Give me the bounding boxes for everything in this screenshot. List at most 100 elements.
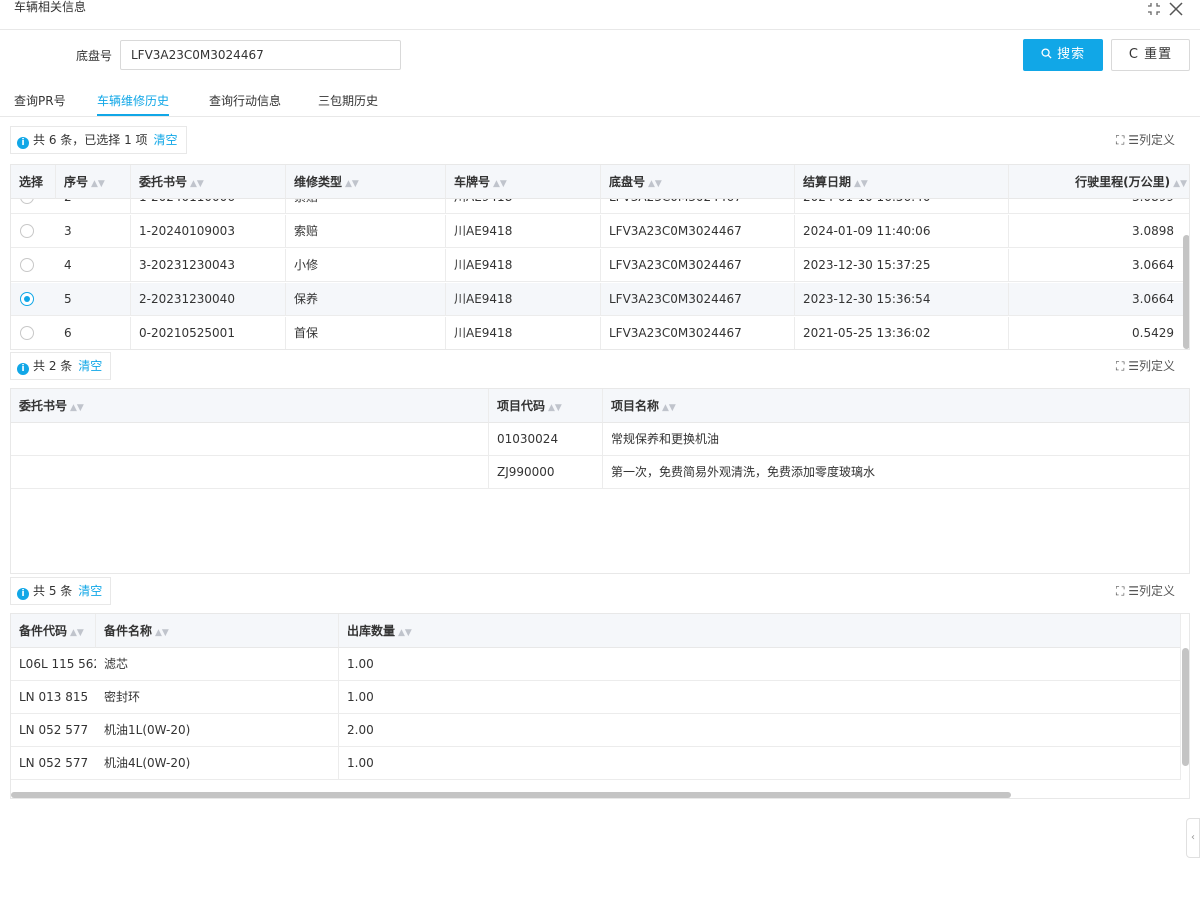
cell-plate: 川AE9418	[446, 317, 601, 349]
expand-icon[interactable]: ⛶	[1116, 584, 1124, 598]
row-radio[interactable]	[20, 258, 34, 272]
table-row[interactable]: ZJ990000 第一次，免费简易外观清洗，免费添加零度玻璃水	[11, 456, 1189, 489]
row-radio[interactable]	[20, 224, 34, 238]
sort-icon[interactable]: ▲▼	[548, 403, 562, 413]
table-row[interactable]: LN 013 815 密封环 1.00	[11, 681, 1181, 714]
sort-icon[interactable]: ▲▼	[854, 179, 868, 189]
sort-icon[interactable]: ▲▼	[648, 179, 662, 189]
parts-col-qty[interactable]: 出库数量 ▲▼	[339, 614, 1181, 648]
parts-col-code[interactable]: 备件代码 ▲▼	[11, 614, 96, 648]
repair-col-select: 选择	[11, 165, 56, 199]
info-icon: i	[17, 137, 29, 149]
repair-clear-link[interactable]: 清空	[154, 133, 178, 147]
column-settings-label: 列定义	[1139, 133, 1176, 147]
row-radio[interactable]	[20, 326, 34, 340]
sort-icon[interactable]: ▲▼	[70, 403, 84, 413]
dialog-title: 车辆相关信息	[14, 0, 87, 14]
cell-plate: 川AE9418	[446, 283, 601, 316]
parts-clear-link[interactable]: 清空	[78, 584, 102, 598]
tab-action-info[interactable]: 查询行动信息	[209, 92, 281, 116]
sort-icon[interactable]: ▲▼	[190, 179, 204, 189]
sort-icon[interactable]: ▲▼	[398, 628, 412, 638]
side-panel-toggle[interactable]: ‹	[1186, 818, 1200, 858]
cell-date: 2023-12-30 15:37:25	[795, 249, 1009, 282]
items-col-name[interactable]: 项目名称 ▲▼	[603, 389, 1189, 423]
sort-icon[interactable]: ▲▼	[91, 179, 105, 189]
cell-order: 2-20231230040	[131, 283, 286, 316]
sort-icon[interactable]: ▲▼	[662, 403, 676, 413]
sort-icon[interactable]: ▲▼	[155, 628, 169, 638]
parts-column-settings[interactable]: ⛶ ☰列定义	[1116, 582, 1175, 599]
table-row[interactable]: LN 052 577 机油4L(0W-20) 1.00	[11, 747, 1181, 780]
close-icon[interactable]	[1169, 0, 1183, 19]
sort-icon[interactable]: ▲▼	[70, 628, 84, 638]
reset-button[interactable]: C 重置	[1111, 39, 1190, 71]
cell-name: 机油1L(0W-20)	[96, 714, 339, 747]
repair-vertical-scrollbar[interactable]	[1183, 235, 1189, 349]
items-col-order[interactable]: 委托书号 ▲▼	[11, 389, 489, 423]
cell-type: 索赔	[286, 215, 446, 248]
cell-chassis: LFV3A23C0M3024467	[601, 283, 795, 316]
cell-seq: 4	[56, 249, 131, 282]
table-row[interactable]: 5 2-20231230040 保养 川AE9418 LFV3A23C0M302…	[11, 283, 1189, 316]
parts-col-qty-label: 出库数量	[347, 624, 396, 638]
cell-seq: 3	[56, 215, 131, 248]
parts-vertical-scrollbar[interactable]	[1182, 648, 1189, 766]
cell-mileage: 3.0898	[1132, 224, 1174, 238]
expand-icon[interactable]: ⛶	[1116, 133, 1124, 147]
repair-table-body: 2 1-20240110006 索赔 川AE9418 LFV3A23C0M302…	[11, 199, 1189, 349]
repair-col-mileage[interactable]: 行驶里程(万公里) ▲▼	[1009, 165, 1189, 199]
items-clear-link[interactable]: 清空	[78, 359, 102, 373]
tab-pr-number[interactable]: 查询PR号	[14, 92, 66, 116]
cell-code: LN 052 577	[19, 723, 89, 737]
sort-icon[interactable]: ▲▼	[345, 179, 359, 189]
repair-col-seq[interactable]: 序号 ▲▼	[56, 165, 131, 199]
dialog-titlebar: 车辆相关信息	[0, 0, 1200, 30]
row-radio[interactable]	[20, 292, 34, 306]
chassis-input[interactable]: LFV3A23C0M3024467	[120, 40, 401, 70]
list-icon: ☰	[1128, 584, 1139, 598]
cell-code: LN 013 815	[19, 690, 89, 704]
cell-mileage: 0.5429	[1132, 326, 1174, 340]
table-row[interactable]: 6 0-20210525001 首保 川AE9418 LFV3A23C0M302…	[11, 317, 1189, 349]
sort-icon[interactable]: ▲▼	[493, 179, 507, 189]
search-button-label: 搜索	[1057, 47, 1086, 62]
chevron-left-icon: ‹	[1191, 832, 1195, 843]
cell-name: 密封环	[96, 681, 339, 714]
cell-qty: 1.00	[339, 681, 1181, 714]
row-radio[interactable]	[20, 199, 34, 204]
tab-warranty-history[interactable]: 三包期历史	[318, 92, 378, 116]
parts-col-name-label: 备件名称	[104, 624, 153, 638]
search-button[interactable]: 搜索	[1023, 39, 1103, 71]
repair-column-settings[interactable]: ⛶ ☰列定义	[1116, 131, 1175, 148]
table-row[interactable]: L06L 115 562 滤芯 1.00	[11, 648, 1181, 681]
parts-horizontal-scrollbar[interactable]	[11, 792, 1011, 798]
cell-seq: 6	[56, 317, 131, 349]
repair-col-order[interactable]: 委托书号 ▲▼	[131, 165, 286, 199]
table-row[interactable]: LN 052 577 机油1L(0W-20) 2.00	[11, 714, 1181, 747]
tab-repair-history[interactable]: 车辆维修历史	[97, 92, 170, 116]
cell-order	[11, 456, 489, 489]
repair-col-plate[interactable]: 车牌号 ▲▼	[446, 165, 601, 199]
items-col-code[interactable]: 项目代码 ▲▼	[489, 389, 603, 423]
parts-col-name[interactable]: 备件名称 ▲▼	[96, 614, 339, 648]
sort-icon[interactable]: ▲▼	[1173, 179, 1187, 189]
cell-qty: 1.00	[339, 648, 1181, 681]
cell-seq: 2	[56, 199, 131, 214]
table-row[interactable]: 2 1-20240110006 索赔 川AE9418 LFV3A23C0M302…	[11, 199, 1189, 214]
table-row[interactable]: 01030024 常规保养和更换机油	[11, 423, 1189, 456]
collapse-icon[interactable]	[1147, 0, 1161, 21]
cell-chassis: LFV3A23C0M3024467	[601, 317, 795, 349]
cell-qty: 2.00	[339, 714, 1181, 747]
items-col-code-label: 项目代码	[497, 399, 546, 413]
expand-icon[interactable]: ⛶	[1116, 359, 1124, 373]
repair-col-type[interactable]: 维修类型 ▲▼	[286, 165, 446, 199]
list-icon: ☰	[1128, 133, 1139, 147]
repair-col-date[interactable]: 结算日期 ▲▼	[795, 165, 1009, 199]
parts-summary-text: 共 5 条	[33, 584, 73, 598]
cell-qty: 1.00	[339, 747, 1181, 780]
repair-col-chassis[interactable]: 底盘号 ▲▼	[601, 165, 795, 199]
items-column-settings[interactable]: ⛶ ☰列定义	[1116, 357, 1175, 374]
table-row[interactable]: 4 3-20231230043 小修 川AE9418 LFV3A23C0M302…	[11, 249, 1189, 282]
table-row[interactable]: 3 1-20240109003 索赔 川AE9418 LFV3A23C0M302…	[11, 215, 1189, 248]
